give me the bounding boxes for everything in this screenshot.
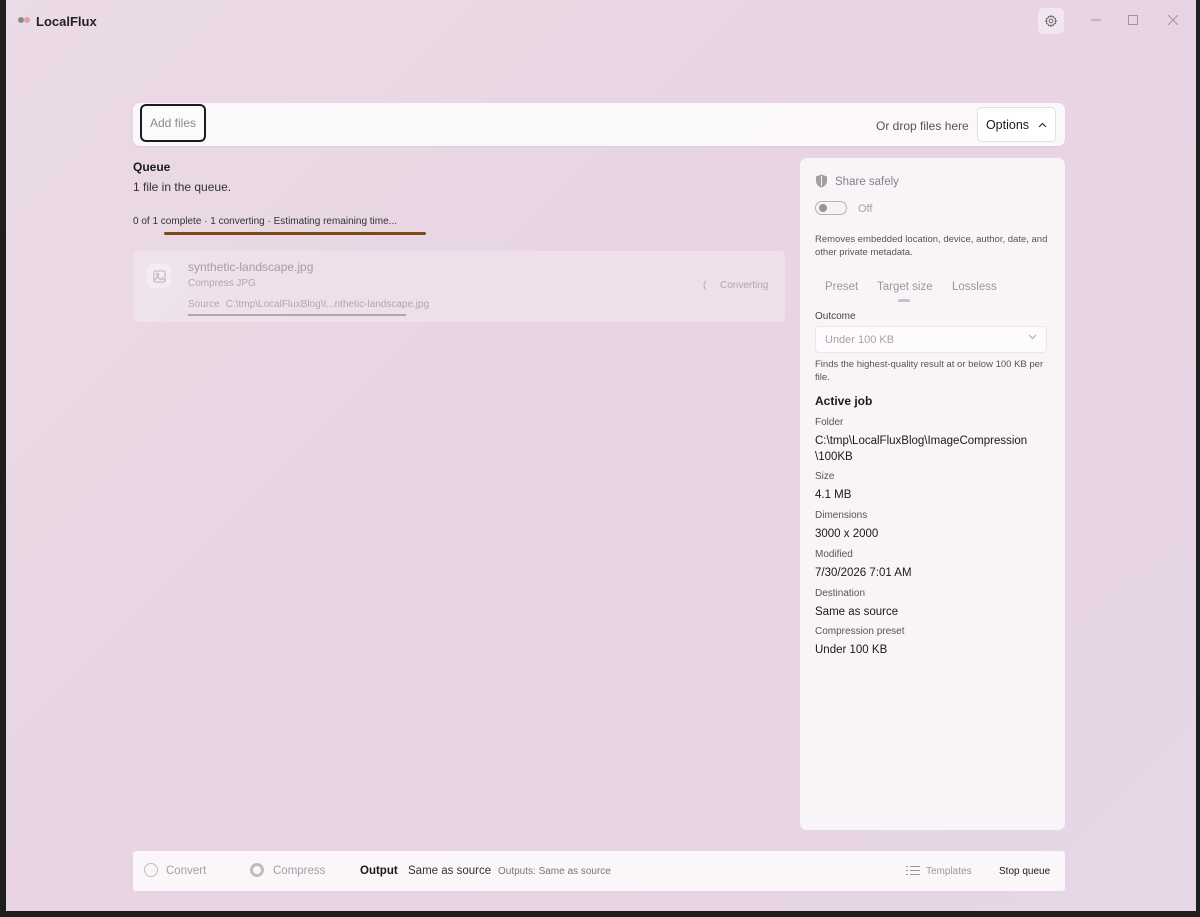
- queue-progress-bar: [164, 232, 426, 235]
- outcome-select[interactable]: Under 100 KB: [815, 326, 1047, 353]
- close-button[interactable]: [1165, 12, 1181, 28]
- compression-preset-value: Under 100 KB: [815, 644, 888, 656]
- compression-preset-label: Compression preset: [815, 626, 905, 637]
- app-logo-icon: [18, 17, 30, 23]
- templates-button[interactable]: Templates: [926, 866, 972, 877]
- outputs-summary: Outputs: Same as source: [498, 866, 611, 877]
- options-button[interactable]: Options: [977, 107, 1056, 142]
- modified-label: Modified: [815, 549, 853, 560]
- tab-target-size[interactable]: Target size: [877, 281, 933, 293]
- dimensions-label: Dimensions: [815, 510, 868, 521]
- settings-button[interactable]: [1038, 8, 1064, 34]
- compress-radio[interactable]: [250, 863, 264, 877]
- modified-value: 7/30/2026 7:01 AM: [815, 567, 912, 579]
- add-files-button[interactable]: Add files: [140, 104, 206, 142]
- folder-label: Folder: [815, 417, 844, 428]
- output-label: Output: [360, 865, 398, 877]
- list-icon: [906, 866, 920, 875]
- spinner-icon: (: [703, 280, 707, 291]
- chevron-up-icon: [1038, 122, 1047, 127]
- title-bar: LocalFlux: [6, 0, 1196, 42]
- options-label: Options: [985, 117, 1030, 132]
- gear-icon: [1044, 14, 1058, 28]
- queue-title: Queue: [133, 160, 171, 174]
- destination-value: Same as source: [815, 606, 899, 618]
- app-title: LocalFlux: [36, 14, 97, 29]
- file-source: Source C:\tmp\LocalFluxBlog\I...nthetic-l…: [188, 299, 429, 310]
- share-safely-title: Share safely: [835, 176, 899, 188]
- file-name: synthetic-landscape.jpg: [188, 260, 314, 274]
- app-window: LocalFlux Add files Or drop files here O…: [6, 0, 1196, 911]
- queue-progress-fill: [164, 232, 426, 235]
- share-safely-toggle[interactable]: [815, 201, 847, 215]
- outcome-label: Outcome: [815, 311, 856, 322]
- queue-count: 1 file in the queue.: [133, 180, 232, 194]
- toggle-state-label: Off: [858, 203, 873, 215]
- maximize-icon: [1128, 15, 1138, 25]
- tab-lossless[interactable]: Lossless: [952, 281, 997, 293]
- chevron-down-icon: [1028, 334, 1037, 340]
- outcome-value: Under 100 KB: [825, 334, 895, 346]
- action-bar: Convert Compress Output Same as source O…: [133, 851, 1065, 891]
- close-icon: [1168, 15, 1178, 25]
- queue-status: 0 of 1 complete · 1 converting · Estimat…: [133, 216, 398, 227]
- drop-hint: Or drop files here: [876, 119, 969, 133]
- shield-icon: [816, 174, 827, 188]
- file-source-path: C:\tmp\LocalFluxBlog\I...nthetic-landsca…: [225, 299, 430, 310]
- image-icon: [152, 269, 166, 283]
- file-source-label: Source: [188, 299, 220, 310]
- minimize-icon: [1091, 19, 1101, 21]
- size-value: 4.1 MB: [815, 489, 852, 501]
- queue-item[interactable]: synthetic-landscape.jpg Compress JPG Sou…: [133, 251, 785, 322]
- minimize-button[interactable]: [1088, 12, 1104, 28]
- tab-preset[interactable]: Preset: [825, 281, 858, 293]
- stop-queue-button[interactable]: Stop queue: [999, 866, 1050, 877]
- compress-label[interactable]: Compress: [273, 865, 325, 877]
- output-value[interactable]: Same as source: [408, 865, 491, 877]
- convert-label[interactable]: Convert: [166, 865, 206, 877]
- settings-panel: Share safely Off Removes embedded locati…: [800, 158, 1065, 830]
- maximize-button[interactable]: [1125, 12, 1141, 28]
- file-drop-bar[interactable]: Add files Or drop files here Options: [133, 103, 1065, 146]
- file-state: Converting: [720, 280, 769, 291]
- folder-value: C:\tmp\LocalFluxBlog\ImageCompression \1…: [815, 435, 1028, 463]
- privacy-description: Removes embedded location, device, autho…: [815, 234, 1048, 258]
- file-thumbnail: [147, 264, 171, 288]
- size-label: Size: [815, 471, 835, 482]
- file-progress-bar: [188, 314, 406, 316]
- active-tab-indicator: [898, 299, 910, 302]
- destination-label: Destination: [815, 588, 866, 599]
- convert-radio[interactable]: [144, 863, 158, 877]
- toggle-knob: [819, 204, 827, 212]
- dimensions-value: 3000 x 2000: [815, 528, 879, 540]
- outcome-help: Finds the highest-quality result at or b…: [815, 359, 1044, 383]
- file-operation: Compress JPG: [188, 278, 256, 289]
- active-job-title: Active job: [815, 394, 873, 408]
